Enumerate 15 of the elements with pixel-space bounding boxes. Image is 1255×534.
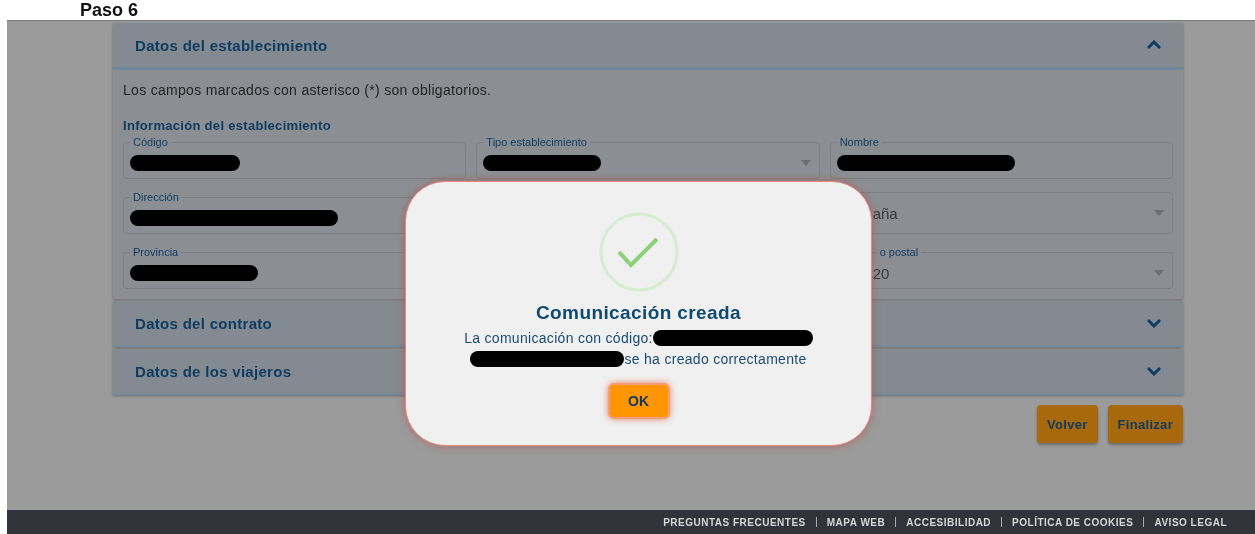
field-label: o postal: [878, 247, 920, 258]
dialog-title: Comunicación creada: [535, 302, 742, 324]
section-title: Datos del contrato: [135, 314, 273, 332]
field-label: Nombre: [838, 137, 880, 148]
dialog-message: se ha creado correctamente: [624, 351, 807, 367]
section-title: Datos de los viajeros: [135, 362, 292, 380]
dialog-message: La comunicación con código:: [464, 330, 653, 346]
required-note: Los campos marcados con asterisco (*) son obligatorios.: [123, 82, 493, 98]
page-title: Paso 6: [80, 0, 139, 20]
section-title: Datos del establecimiento: [135, 36, 328, 54]
field-label: Tipo establecimiento: [485, 137, 588, 148]
field-label: Dirección: [132, 192, 180, 203]
field-label: Provincia: [132, 247, 180, 258]
field-label: Código: [132, 137, 169, 148]
subsection-title: Información del establecimiento: [123, 118, 332, 133]
